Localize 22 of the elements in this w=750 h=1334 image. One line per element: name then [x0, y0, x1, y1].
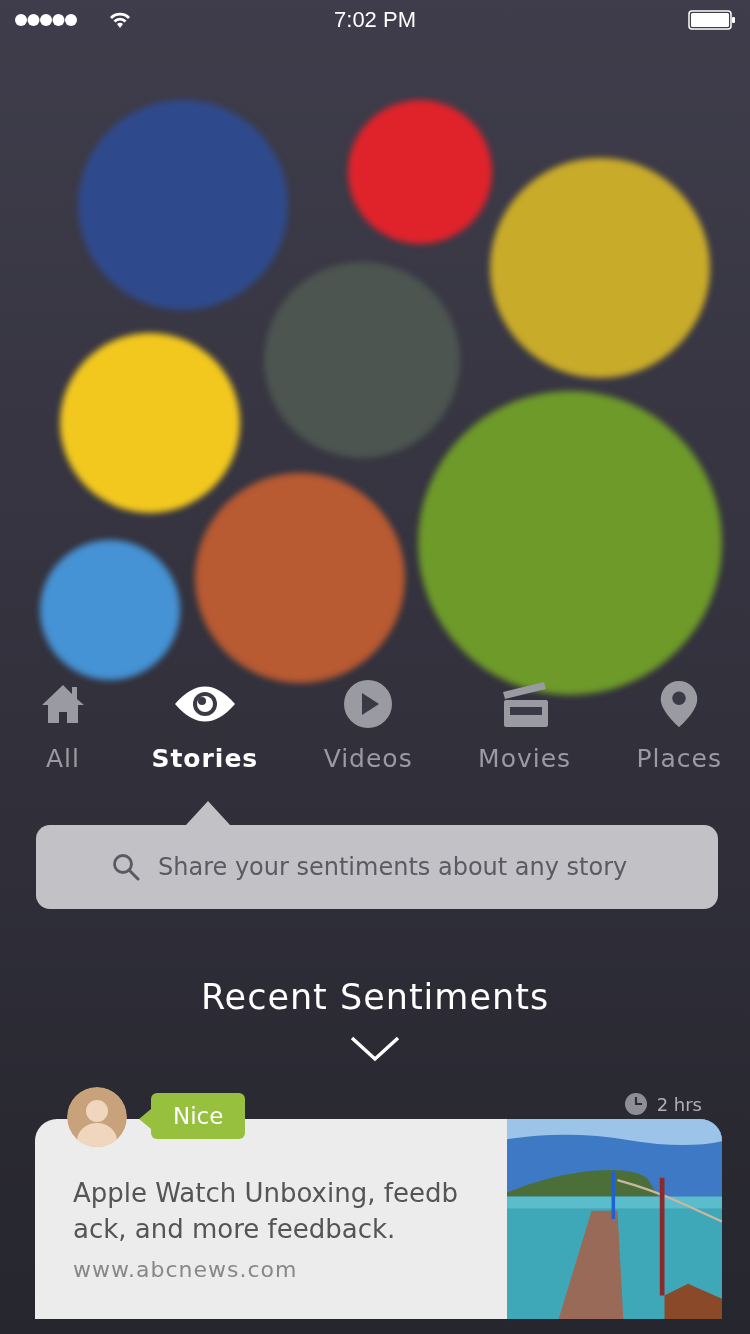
search-icon — [112, 853, 140, 881]
battery-icon — [688, 10, 736, 30]
avatar[interactable] — [67, 1087, 127, 1147]
topic-bubble[interactable] — [40, 540, 180, 680]
category-tab[interactable]: Movies — [478, 680, 572, 773]
category-tab[interactable]: Places — [636, 680, 722, 773]
category-tab[interactable]: Videos — [323, 680, 413, 773]
category-tab[interactable]: All — [40, 680, 86, 773]
category-tab[interactable]: Stories — [151, 680, 259, 773]
chevron-down-icon[interactable] — [350, 1035, 400, 1063]
status-time: 7:02 PM — [333, 7, 417, 33]
post-time: 2 hrs — [656, 1093, 702, 1115]
story-headline: Apple Watch Unboxing, feedb ack, and more feedback. — [73, 1177, 459, 1246]
wifi-icon — [108, 11, 132, 29]
clapperboard-icon — [501, 680, 548, 728]
search-field[interactable]: Share your sentiments about any story — [36, 825, 718, 909]
clock-icon — [624, 1093, 647, 1115]
section-title: Recent Sentiments — [199, 977, 551, 1017]
sentiment-tag: Nice — [151, 1093, 246, 1139]
play-icon — [344, 680, 393, 728]
location-pin-icon — [659, 680, 700, 728]
source-link[interactable]: www.abcnews.com — [73, 1257, 298, 1282]
